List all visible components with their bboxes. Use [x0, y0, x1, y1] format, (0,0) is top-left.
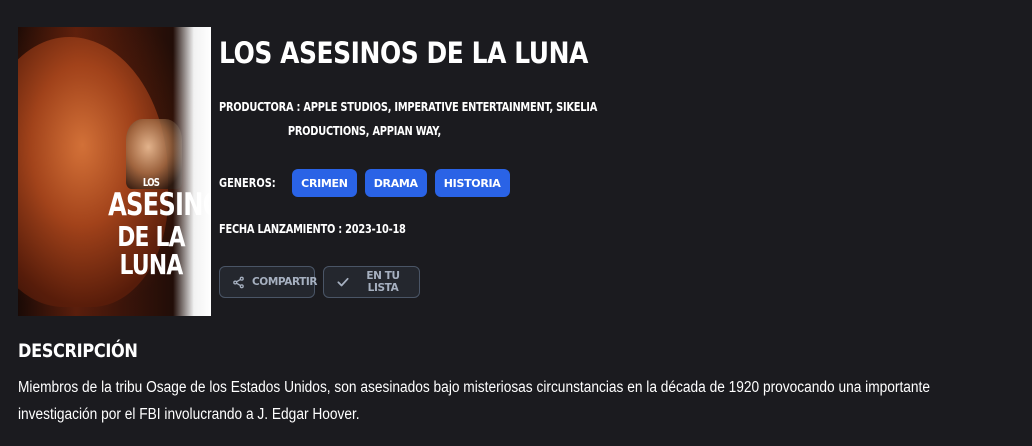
release-date-value: 2023-10-18 — [345, 222, 406, 236]
genre-chip-drama[interactable]: DRAMA — [364, 169, 427, 197]
description-heading: DESCRIPCIÓN — [18, 340, 138, 362]
productora-line1: APPLE STUDIOS, IMPERATIVE ENTERTAINMENT,… — [303, 100, 598, 114]
action-buttons: COMPARTIR EN TU LISTA — [219, 266, 420, 298]
poster-title: LOS ASESINOS DE LA LUNA — [108, 177, 211, 281]
release-date-label: FECHA LANZAMIENTO : — [219, 222, 342, 236]
check-icon — [336, 275, 350, 289]
productora-label: PRODUCTORA : — [219, 100, 301, 114]
add-to-list-button[interactable]: EN TU LISTA — [323, 266, 420, 298]
description-text: Miembros de la tribu Osage de los Estado… — [18, 379, 930, 423]
share-button[interactable]: COMPARTIR — [219, 266, 318, 298]
release-date: FECHA LANZAMIENTO : 2023-10-18 — [219, 222, 406, 236]
genre-chip-crimen[interactable]: CRIMEN — [292, 169, 357, 197]
poster-title-line1: ASESINOS — [108, 187, 211, 223]
productora-info: PRODUCTORA : APPLE STUDIOS, IMPERATIVE E… — [219, 100, 597, 138]
movie-title: LOS ASESINOS DE LA LUNA — [219, 36, 588, 70]
genre-chip-historia[interactable]: HISTORIA — [434, 169, 510, 197]
movie-poster: LOS ASESINOS DE LA LUNA — [18, 27, 211, 316]
generos-label: GENEROS: — [219, 176, 276, 190]
share-icon — [232, 276, 245, 289]
add-to-list-label: EN TU LISTA — [366, 270, 400, 294]
poster-title-line2: DE LA LUNA — [117, 220, 185, 281]
productora-line2: PRODUCTIONS, APPIAN WAY, — [287, 124, 442, 138]
generos-row: GENEROS: CRIMEN DRAMA HISTORIA — [219, 169, 510, 197]
share-button-label: COMPARTIR — [252, 276, 318, 288]
